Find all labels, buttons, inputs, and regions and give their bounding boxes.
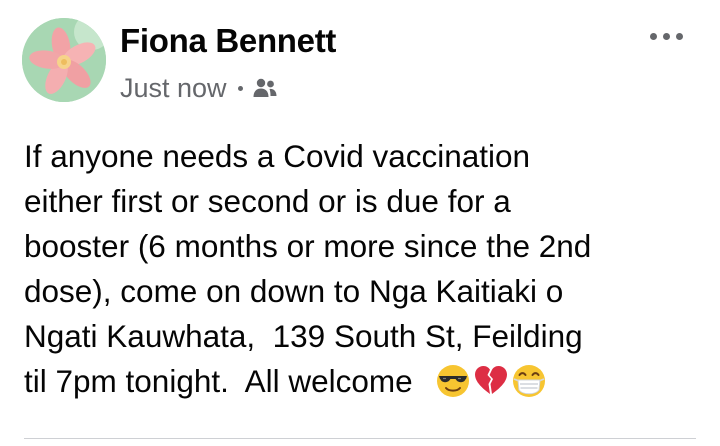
post-body-line: If anyone needs a Covid vaccination — [24, 138, 531, 174]
post-meta: Just now — [120, 70, 278, 106]
post-body-line-last: til 7pm tonight. All welcome — [24, 359, 704, 404]
more-dot-icon — [675, 32, 683, 40]
frangipani-avatar-image — [22, 18, 106, 102]
post-body-line: Ngati Kauwhata, 139 South St, Feilding — [24, 318, 583, 354]
more-options-button[interactable] — [640, 22, 692, 50]
feed-post: Fiona Bennett Just now If anyone needs a… — [0, 0, 720, 446]
author-avatar[interactable] — [22, 18, 106, 102]
sunglasses-face-icon — [436, 365, 469, 397]
post-body-line: dose), come on down to Nga Kaitiaki o — [24, 273, 564, 309]
medical-mask-face-icon — [512, 365, 545, 397]
friends-icon[interactable] — [252, 77, 278, 99]
emoji-group — [435, 363, 547, 399]
post-body: If anyone needs a Covid vaccination eith… — [24, 134, 704, 404]
post-body-line: booster (6 months or more since the 2nd — [24, 228, 592, 264]
author-name[interactable]: Fiona Bennett — [120, 22, 336, 60]
post-timestamp[interactable]: Just now — [120, 73, 227, 104]
more-dot-icon — [662, 32, 670, 40]
separator-dot — [237, 85, 243, 91]
more-dot-icon — [649, 32, 657, 40]
post-divider — [24, 438, 696, 439]
post-body-line: til 7pm tonight. All welcome — [24, 363, 413, 399]
post-body-line: either first or second or is due for a — [24, 183, 511, 219]
broken-heart-icon — [474, 366, 507, 394]
